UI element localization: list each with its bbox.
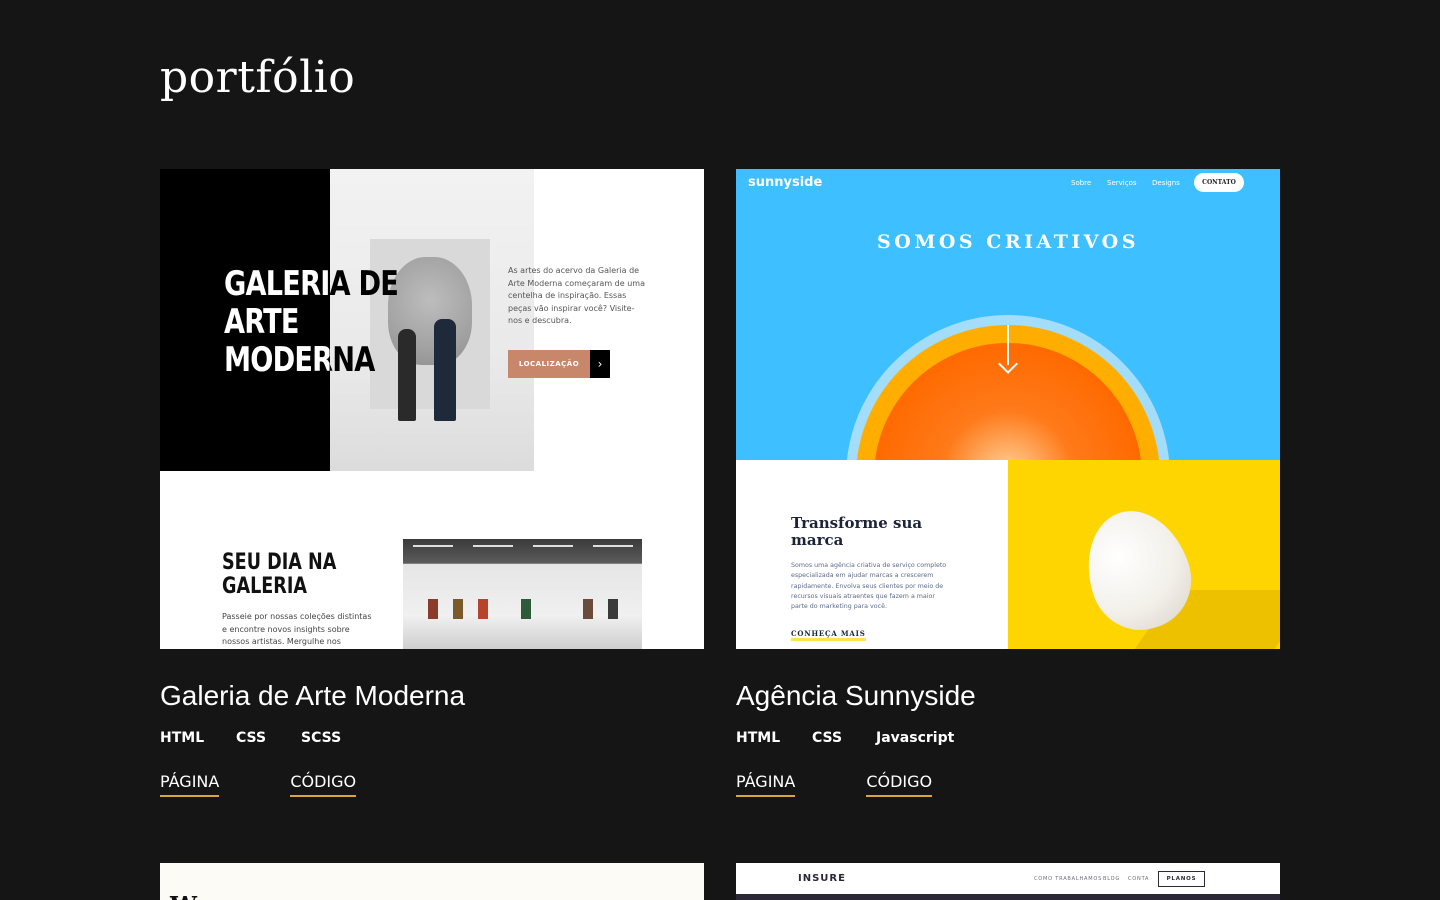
artwork	[478, 599, 488, 619]
project-thumbnail-insure[interactable]: INSURE COMO TRABALHAMOS BLOG CONTA PLANO…	[736, 863, 1280, 900]
page-link[interactable]: PÁGINA	[736, 772, 796, 797]
preview-nav-item: BLOG	[1103, 876, 1121, 882]
code-link[interactable]: CÓDIGO	[866, 772, 933, 797]
preview-nav-item: Sobre	[1071, 179, 1092, 187]
project-links: PÁGINA CÓDIGO	[160, 772, 704, 797]
artwork	[453, 599, 463, 619]
tech-tag: SCSS	[301, 730, 342, 746]
artwork	[583, 599, 593, 619]
code-link[interactable]: CÓDIGO	[290, 772, 357, 797]
ceiling-light	[593, 545, 633, 547]
page-title: portfólio	[160, 52, 356, 103]
preview-section-title: Transforme sua marca	[791, 514, 923, 549]
preview-hero-strip	[736, 894, 1280, 900]
preview-logo-glyph: W	[170, 891, 197, 900]
ceiling-light	[533, 545, 573, 547]
egg-image-panel	[1008, 460, 1280, 649]
project-card-3: W	[160, 863, 704, 900]
preview-logo: INSURE	[798, 873, 846, 884]
artwork	[428, 599, 438, 619]
preview-nav-item: Designs	[1152, 179, 1180, 187]
tech-tag: CSS	[236, 730, 267, 746]
preview-section-text: Passeie por nossas coleções distintas e …	[222, 612, 372, 646]
preview-section-text: Somos uma agência criativa de serviço co…	[791, 562, 947, 611]
ceiling-light	[473, 545, 513, 547]
preview-contact-button: CONTATO	[1194, 173, 1244, 192]
project-thumbnail-3[interactable]: W	[160, 863, 704, 900]
project-links: PÁGINA CÓDIGO	[736, 772, 1280, 797]
chevron-right-icon: ›	[590, 350, 610, 378]
tech-tags: HTML CSS SCSS	[160, 730, 704, 746]
tech-tag: HTML	[160, 730, 205, 746]
visitor-figure	[398, 329, 416, 421]
preview-hero-title: SOMOS CRIATIVOS	[877, 231, 1139, 253]
project-card-sunnyside: sunnyside Sobre Serviços Designs CONTATO…	[736, 169, 1280, 797]
tech-tags: HTML CSS Javascript	[736, 730, 1280, 746]
preview-location-label: LOCALIZAÇÃO	[508, 350, 590, 378]
preview-nav-item: CONTA	[1128, 876, 1150, 882]
page-link[interactable]: PÁGINA	[160, 772, 220, 797]
ceiling-light	[413, 545, 453, 547]
tech-tag: Javascript	[876, 730, 955, 746]
project-card-insure: INSURE COMO TRABALHAMOS BLOG CONTA PLANO…	[736, 863, 1280, 900]
preview-hero: sunnyside Sobre Serviços Designs CONTATO…	[736, 169, 1280, 460]
preview-nav-item: Serviços	[1107, 179, 1137, 187]
tech-tag: HTML	[736, 730, 781, 746]
preview-text-panel	[736, 460, 1008, 649]
project-card-galeria: GALERIA DE ARTE MODERNA GALERIA DE ARTE …	[160, 169, 704, 797]
visitor-figure	[434, 319, 456, 421]
project-thumbnail-sunnyside[interactable]: sunnyside Sobre Serviços Designs CONTATO…	[736, 169, 1280, 649]
preview-section-title: SEU DIA NA GALERIA	[222, 550, 337, 599]
preview-plans-button: PLANOS	[1158, 871, 1205, 887]
preview-logo: sunnyside	[748, 175, 823, 190]
project-thumbnail-galeria[interactable]: GALERIA DE ARTE MODERNA GALERIA DE ARTE …	[160, 169, 704, 649]
gallery-room-image	[403, 539, 642, 649]
tech-tag: CSS	[812, 730, 843, 746]
artwork	[608, 599, 618, 619]
preview-location-button: LOCALIZAÇÃO ›	[508, 350, 610, 378]
artwork	[521, 599, 531, 619]
preview-learn-more-link: CONHEÇA MAIS	[791, 629, 866, 641]
project-title: Agência Sunnyside	[736, 680, 976, 711]
project-title: Galeria de Arte Moderna	[160, 680, 466, 711]
preview-description: As artes do acervo da Galeria de Arte Mo…	[508, 266, 645, 325]
preview-nav-item: COMO TRABALHAMOS	[1034, 876, 1103, 882]
